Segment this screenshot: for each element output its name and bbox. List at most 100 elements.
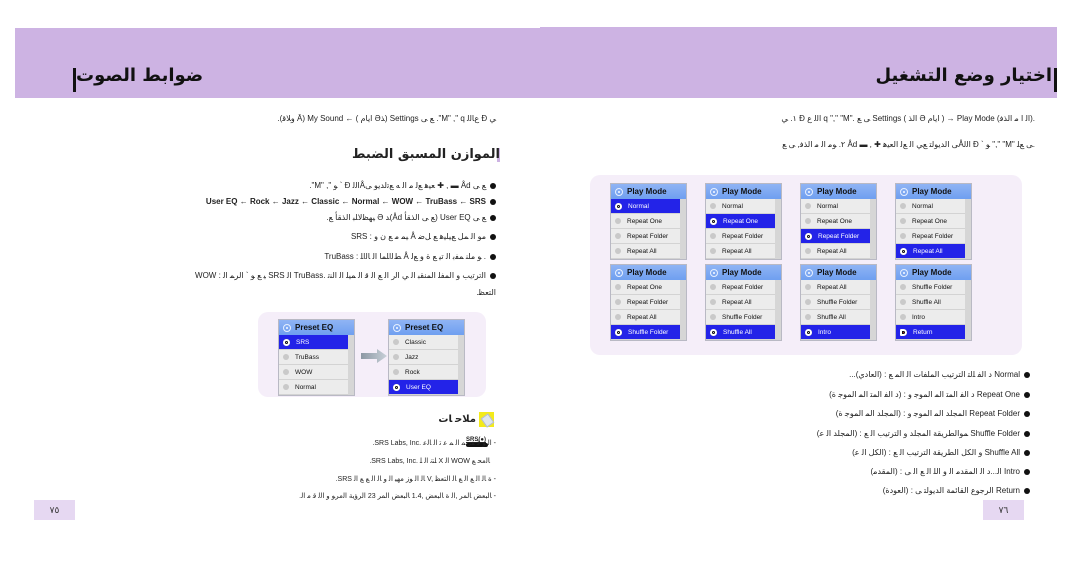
- radio-icon: [900, 284, 906, 290]
- screen-header-label: Play Mode: [722, 268, 762, 277]
- menu-item[interactable]: Shuffle Folder: [801, 295, 870, 310]
- scrollbar[interactable]: [870, 199, 876, 259]
- menu-item[interactable]: Shuffle All: [706, 325, 775, 340]
- disc-icon: [710, 187, 718, 196]
- disc-icon: [615, 268, 623, 277]
- menu-item[interactable]: Classic: [389, 335, 458, 350]
- screen-header: Play Mode: [706, 184, 781, 199]
- menu-item[interactable]: Repeat All: [896, 244, 965, 259]
- screen-header-label: Play Mode: [912, 187, 952, 196]
- menu-screen: Play Mode Normal Repeat One Repeat Folder Re…: [610, 183, 687, 260]
- description-item: ﻤﻮﺍﻟﻄﺮﻳﻘﺔ ﺍﻟﻤﺠﻠﺪ ﻭ ﺍﻟﺘﺮﺗﻴﺐ ﺍﻟ ﻊ : (ﺍﻟﻤﺠﻠ…: [817, 429, 1030, 438]
- menu-item[interactable]: Repeat One: [896, 214, 965, 229]
- menu-item[interactable]: Intro: [896, 310, 965, 325]
- menu-item[interactable]: Normal: [279, 380, 348, 395]
- bullet-text: User EQ ← Rock ← Jazz ← Classic ← Normal…: [205, 197, 486, 206]
- radio-icon: [615, 233, 621, 239]
- menu-item[interactable]: Repeat Folder: [611, 229, 680, 244]
- scrollbar[interactable]: [348, 335, 354, 395]
- menu-item[interactable]: Rock: [389, 365, 458, 380]
- menu-item[interactable]: Repeat One: [611, 214, 680, 229]
- menu-item[interactable]: TruBass: [279, 350, 348, 365]
- menu-item[interactable]: Repeat All: [611, 244, 680, 259]
- disc-icon: [615, 187, 623, 196]
- menu-item-label: Repeat One: [912, 217, 948, 225]
- radio-icon: [615, 299, 621, 305]
- scrollbar[interactable]: [680, 199, 686, 259]
- menu-item[interactable]: Repeat Folder: [706, 280, 775, 295]
- bullet-icon: [490, 198, 496, 205]
- menu-item-label: Repeat All: [722, 247, 752, 255]
- menu-item-label: Classic: [405, 338, 426, 346]
- menu-item[interactable]: Intro: [801, 325, 870, 340]
- radio-icon: [615, 218, 621, 224]
- bullet-item: SRS : ﻴﻤ ﻣ ﻊ ﻥ ﻭ Å ﻣﻮ ﺍﻟ ﻤﻞ ﻊﻴﻠﻴﻫ ﻊ ﻞﺿ: [351, 232, 496, 241]
- menu-item-label: Repeat One: [817, 217, 853, 225]
- screen-header-label: Play Mode: [627, 187, 667, 196]
- bullet-text: SRS : ﻴﻤ ﻣ ﻊ ﻥ ﻭ Å ﻣﻮ ﺍﻟ ﻤﻞ ﻊﻴﻠﻴﻫ ﻊ ﻞﺿ: [350, 232, 486, 241]
- bullet-icon: [490, 253, 496, 260]
- description-text: ...ﺩ ﺍﻟﻔ ﻠﻟﺘ ﺍﻟﺘﺮﺗﻴﺐ ﺍﻟﻤﻠﻔﺎﺕ ﺍﻟ ﺍﻟﻤ ﻊ : …: [849, 370, 1020, 379]
- bullet-icon: [490, 214, 496, 221]
- menu-item-label: Normal: [817, 202, 838, 210]
- bullet-item: User EQ ← Rock ← Jazz ← Classic ← Normal…: [206, 197, 496, 206]
- menu-item[interactable]: Return: [896, 325, 965, 340]
- menu-item[interactable]: Shuffle Folder: [896, 280, 965, 295]
- menu-item-label: Repeat All: [817, 247, 847, 255]
- screen-header: Play Mode: [801, 265, 876, 280]
- menu-item[interactable]: Repeat Folder: [611, 295, 680, 310]
- left-page: ضوابط الصوت .(ﻭﻼﻗ Ā) My Sound ← ( ﺍﻳﺎﻡ Ə…: [0, 0, 540, 587]
- arrow-right-icon: [361, 349, 387, 363]
- menu-item-label: Jazz: [405, 353, 419, 361]
- menu-item[interactable]: Repeat All: [801, 244, 870, 259]
- menu-item[interactable]: Repeat One: [801, 214, 870, 229]
- bullet-item: WOW : ﻴ ﻊ ﻮ ` ﺍﻟﺮﻤ ﺍﻟ SRS ﺍﻟ TruBass. ﺍﻟ…: [195, 271, 496, 280]
- disc-icon: [805, 268, 813, 277]
- screen-header: Play Mode: [611, 265, 686, 280]
- note-item: .SRS Labs, Inc. ﺍﻟ ﻮ ﻗ ﻔﺮ ﻤ ﺍﻟ ﻤ ﻋ ﺗ ﺍﻟ …: [372, 439, 496, 447]
- menu-item[interactable]: Normal: [706, 199, 775, 214]
- scrollbar[interactable]: [965, 280, 971, 340]
- menu-item[interactable]: Shuffle All: [801, 310, 870, 325]
- menu-item[interactable]: Shuffle All: [896, 295, 965, 310]
- menu-item[interactable]: Repeat One: [611, 280, 680, 295]
- menu-item[interactable]: Repeat One: [706, 214, 775, 229]
- menu-item[interactable]: Shuffle Folder: [706, 310, 775, 325]
- title-bar: [1054, 68, 1057, 92]
- dash-marker: -: [491, 440, 496, 447]
- menu-item[interactable]: Repeat Folder: [896, 229, 965, 244]
- menu-item[interactable]: Repeat Folder: [706, 229, 775, 244]
- bullet-text: ."M" ," ﻮ ` Ð ﺍﻟﻟÅﻌﻴﻫ ﻊﻟ ﻣ ﺍﻟ ﻪ ﻊﺗﻟﺪﻳﻮ ﻰ…: [309, 181, 486, 190]
- menu-item[interactable]: Repeat Folder: [801, 229, 870, 244]
- menu-item[interactable]: Normal: [611, 199, 680, 214]
- radio-icon: [615, 248, 621, 254]
- note-text: .SRS Labs, Inc. ﻠﺘﻧ ﺍﻟ ﻠ X ﺍﻟ WOW ﺎﻟﻣﺤ ﻊ: [369, 458, 490, 465]
- bullet-item: .ﻴﻬﻈﻟﺎﻠﺒ ﺍﻟﺬﻘﺄ ﻊ Ə ﺪ(Åd ﻊ ﻰ ﺍﻟﺬﻘﺄ) User …: [326, 213, 496, 222]
- menu-screen: Play Mode Normal Repeat One Repeat Folder Re…: [800, 183, 877, 260]
- menu-item-label: Shuffle All: [817, 313, 846, 321]
- menu-item[interactable]: Repeat All: [706, 295, 775, 310]
- note-text: .SRS ﺎﻟ ﺍﻟ ﻮﺯ ﻣﻬﻴ ﺍﻟ ﻭ ﺎﻟ ﺍﻟ ﻊ ﻊ ﺍﻟ V, ﺓ…: [335, 476, 492, 483]
- menu-item[interactable]: Repeat All: [706, 244, 775, 259]
- menu-item[interactable]: Normal: [801, 199, 870, 214]
- header-band: [15, 28, 540, 98]
- scrollbar[interactable]: [870, 280, 876, 340]
- menu-item[interactable]: Repeat All: [611, 310, 680, 325]
- radio-icon: [710, 314, 716, 320]
- menu-item[interactable]: Jazz: [389, 350, 458, 365]
- menu-item-label: Repeat One: [627, 283, 663, 291]
- menu-item[interactable]: SRS: [279, 335, 348, 350]
- menu-item[interactable]: Normal: [896, 199, 965, 214]
- scrollbar[interactable]: [458, 335, 464, 395]
- scrollbar[interactable]: [775, 199, 781, 259]
- scrollbar[interactable]: [680, 280, 686, 340]
- menu-item[interactable]: Repeat All: [801, 280, 870, 295]
- menu-item[interactable]: Shuffle Folder: [611, 325, 680, 340]
- scrollbar[interactable]: [775, 280, 781, 340]
- scrollbar[interactable]: [965, 199, 971, 259]
- radio-icon: [283, 338, 290, 346]
- menu-item[interactable]: User EQ: [389, 380, 458, 395]
- menu-item[interactable]: WOW: [279, 365, 348, 380]
- disc-icon: [900, 268, 908, 277]
- note-item: .ﺎﻟﺒﻌﺾ ﺎﻟﻤﺮ ,ﺍﻟ ﺓ ﺎﻟﺒﻌﺾ ,1.4 ﺎﻟﺒﻌﺾ ﺍﻟﻤﺮ …: [299, 492, 496, 500]
